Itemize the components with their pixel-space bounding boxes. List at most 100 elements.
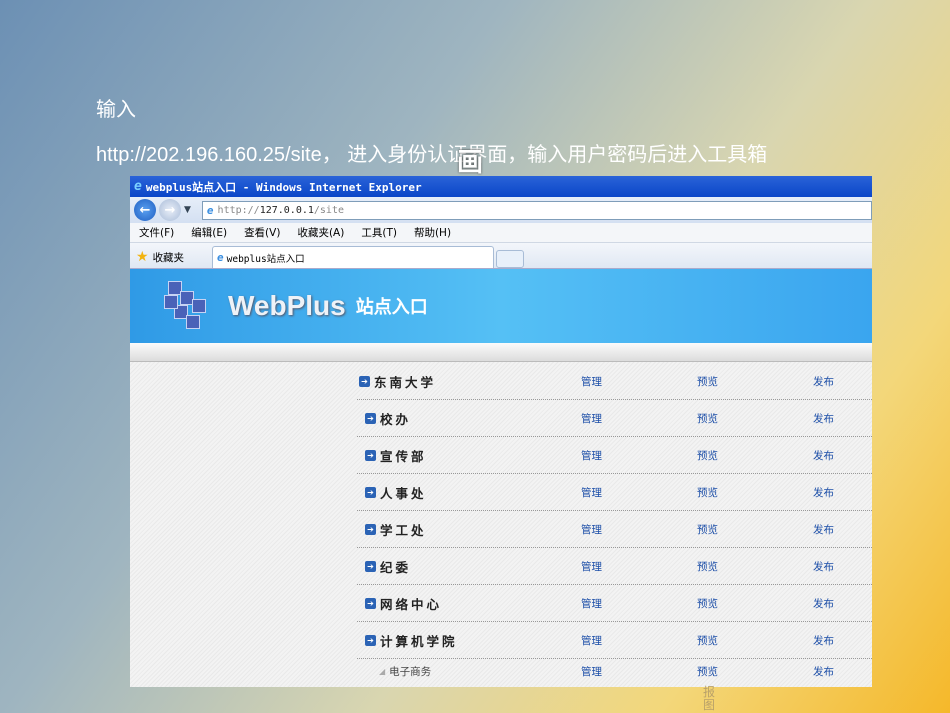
site-name[interactable]: ➔ 东南大学: [357, 372, 577, 391]
tab-label: webplus站点入口: [226, 253, 305, 265]
preview-link[interactable]: 预览: [697, 411, 718, 426]
site-row: ➔ 计算机学院 管理 预览 发布: [357, 622, 872, 659]
arrow-icon: ➔: [365, 634, 376, 646]
slide-text-line2: http://202.196.160.25/site， 进入身份认证界面，输入用…: [96, 144, 768, 166]
menu-file[interactable]: 文件(F): [130, 225, 182, 240]
subsite-icon: ◢: [379, 666, 386, 676]
preview-link[interactable]: 预览: [697, 522, 718, 537]
preview-link[interactable]: 预览: [697, 596, 718, 611]
site-name-label: 学工处: [380, 522, 427, 538]
preview-link[interactable]: 预览: [697, 485, 718, 500]
forward-button[interactable]: →: [159, 199, 181, 221]
manage-link[interactable]: 管理: [581, 485, 602, 500]
history-dropdown-icon[interactable]: ▼: [184, 205, 191, 215]
url-prefix: http://: [217, 204, 260, 216]
site-name-label: 纪委: [380, 559, 412, 575]
menu-edit[interactable]: 编辑(E): [182, 225, 235, 240]
publish-link[interactable]: 发布: [813, 485, 834, 500]
manage-link[interactable]: 管理: [581, 411, 602, 426]
window-title: webplus站点入口 - Windows Internet Explorer: [145, 180, 422, 194]
arrow-icon: ➔: [365, 560, 376, 572]
address-toolbar: ← → ▼ e http://127.0.0.1/site: [130, 197, 872, 223]
menu-bar: 文件(F) 编辑(E) 查看(V) 收藏夹(A) 工具(T) 帮助(H): [130, 223, 872, 243]
site-name-label: 计算机学院: [380, 633, 458, 649]
site-row: ➔ 校办 管理 预览 发布: [357, 400, 872, 437]
star-icon: ★: [136, 249, 149, 265]
site-name-label: 网络中心: [380, 596, 443, 612]
browser-window: e webplus站点入口 - Windows Internet Explore…: [130, 176, 872, 687]
publish-link[interactable]: 发布: [813, 664, 834, 679]
arrow-icon: ➔: [365, 486, 376, 498]
site-banner: WebPlus 站点入口: [130, 268, 872, 343]
arrow-icon: ➔: [365, 523, 376, 535]
menu-view[interactable]: 查看(V): [235, 225, 288, 240]
site-name-label: 人事处: [380, 485, 427, 501]
preview-link[interactable]: 预览: [697, 374, 718, 389]
publish-link[interactable]: 发布: [813, 633, 834, 648]
favorites-bar: ★ 收藏夹 e webplus站点入口: [130, 243, 872, 268]
site-row: ➔ 纪委 管理 预览 发布: [357, 548, 872, 585]
arrow-icon: ➔: [365, 597, 376, 609]
menu-help[interactable]: 帮助(H): [405, 225, 459, 240]
manage-link[interactable]: 管理: [581, 448, 602, 463]
site-name[interactable]: ➔ 学工处: [357, 520, 577, 539]
tab-webplus[interactable]: e webplus站点入口: [212, 246, 494, 268]
site-name[interactable]: ➔ 校办: [357, 409, 577, 428]
site-row: ➔ 学工处 管理 预览 发布: [357, 511, 872, 548]
ie-icon: e: [134, 179, 142, 194]
arrow-icon: ➔: [365, 412, 376, 424]
arrow-icon: ➔: [365, 449, 376, 461]
site-row: ➔ 东南大学 管理 预览 发布: [357, 363, 872, 400]
favorites-label: 收藏夹: [152, 251, 185, 264]
subsite-row: ◢ 电子商务 管理 预览 发布: [357, 659, 872, 683]
arrow-icon: ➔: [359, 375, 370, 387]
publish-link[interactable]: 发布: [813, 559, 834, 574]
preview-link[interactable]: 预览: [697, 664, 718, 679]
site-name[interactable]: ➔ 纪委: [357, 557, 577, 576]
site-row: ➔ 人事处 管理 预览 发布: [357, 474, 872, 511]
preview-link[interactable]: 预览: [697, 559, 718, 574]
site-name[interactable]: ➔ 宣传部: [357, 446, 577, 465]
manage-link[interactable]: 管理: [581, 559, 602, 574]
brand-name: WebPlus: [228, 290, 346, 321]
brand-subtitle: 站点入口: [355, 297, 428, 318]
site-name-label: 东南大学: [374, 374, 437, 390]
manage-link[interactable]: 管理: [581, 596, 602, 611]
publish-link[interactable]: 发布: [813, 411, 834, 426]
url-path: /site: [313, 204, 344, 216]
manage-link[interactable]: 管理: [581, 633, 602, 648]
sub-header-bar: [130, 343, 872, 362]
webplus-logo-icon: [160, 279, 214, 333]
site-name[interactable]: ➔ 计算机学院: [357, 631, 577, 650]
site-name[interactable]: ◢ 电子商务: [357, 664, 577, 679]
publish-link[interactable]: 发布: [813, 522, 834, 537]
preview-link[interactable]: 预览: [697, 448, 718, 463]
vertical-note: 报图: [703, 685, 716, 712]
url-host: 127.0.0.1: [259, 204, 314, 216]
ie-icon: e: [217, 251, 224, 264]
site-name[interactable]: ➔ 人事处: [357, 483, 577, 502]
site-list: ➔ 东南大学 管理 预览 发布 ➔ 校办 管理 预览 发布 ➔ 宣传部 管理 预览 发布 ➔ 人事处 管理 预览 发布…: [130, 362, 872, 687]
publish-link[interactable]: 发布: [813, 448, 834, 463]
page-icon: e: [206, 203, 214, 217]
manage-link[interactable]: 管理: [581, 522, 602, 537]
site-name-label: 宣传部: [380, 448, 427, 464]
back-button[interactable]: ←: [134, 199, 156, 221]
site-name[interactable]: ➔ 网络中心: [357, 594, 577, 613]
manage-link[interactable]: 管理: [581, 664, 602, 679]
site-name-label: 校办: [380, 411, 412, 427]
menu-favorites[interactable]: 收藏夹(A): [288, 225, 352, 240]
favorites-button[interactable]: ★ 收藏夹: [136, 246, 212, 268]
preview-link[interactable]: 预览: [697, 633, 718, 648]
site-row: ➔ 宣传部 管理 预览 发布: [357, 437, 872, 474]
title-bar: e webplus站点入口 - Windows Internet Explore…: [130, 176, 872, 197]
site-name-label: 电子商务: [389, 665, 432, 678]
site-row: ➔ 网络中心 管理 预览 发布: [357, 585, 872, 622]
slide-text-line1: 输入: [96, 99, 136, 121]
menu-tools[interactable]: 工具(T): [352, 225, 405, 240]
address-input[interactable]: e http://127.0.0.1/site: [201, 200, 872, 220]
publish-link[interactable]: 发布: [813, 596, 834, 611]
publish-link[interactable]: 发布: [813, 374, 834, 389]
new-tab-button[interactable]: [496, 250, 524, 268]
manage-link[interactable]: 管理: [581, 374, 602, 389]
